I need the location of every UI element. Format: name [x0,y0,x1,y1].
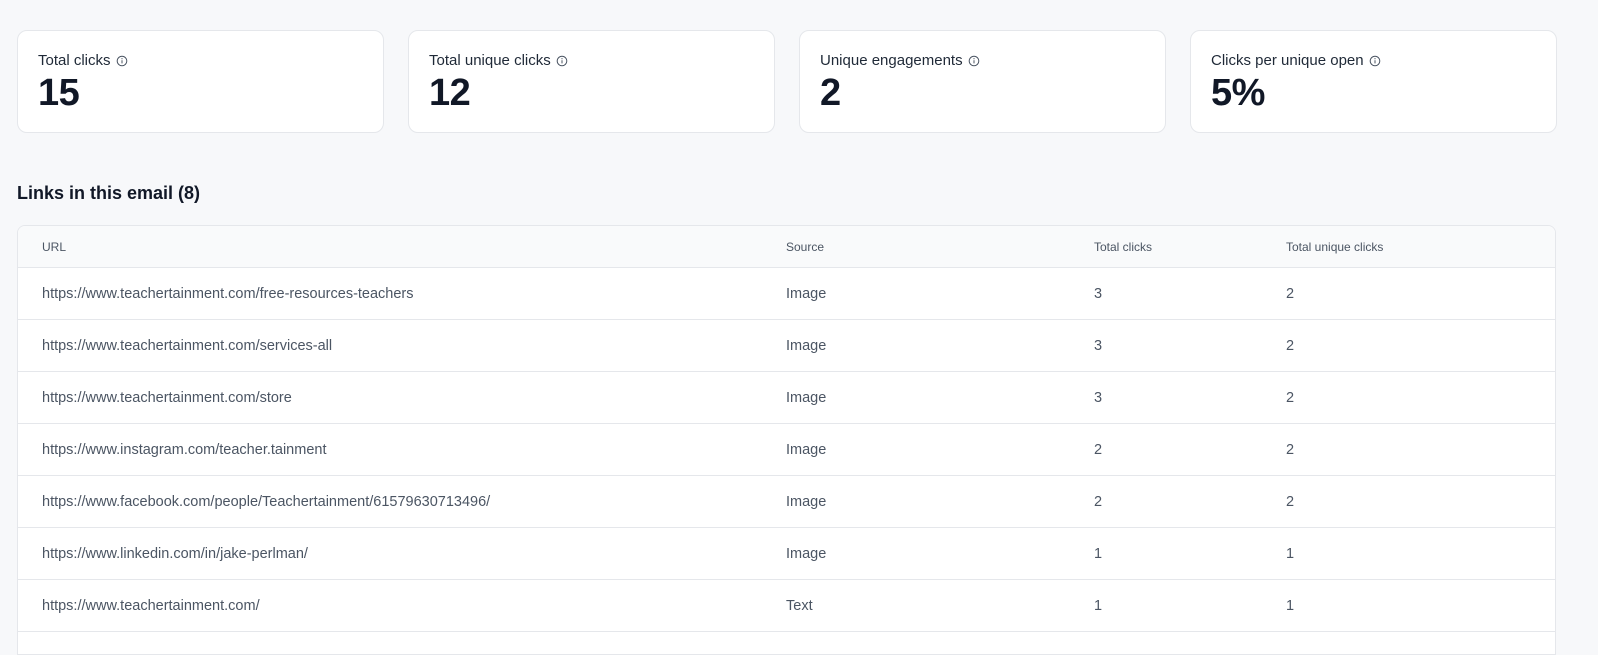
link-url[interactable]: https://www.facebook.com/people/Teachert… [18,494,786,510]
link-total-unique-clicks: 1 [1286,545,1295,562]
stat-label: Clicks per unique open [1211,52,1536,70]
stat-card-clicks-per-unique-open: Clicks per unique open 5% [1190,30,1557,133]
stat-label-text: Clicks per unique open [1211,52,1364,69]
table-row: https://www.teachertainment.com/ Text 1 … [18,580,1555,632]
stat-value: 5% [1211,72,1265,114]
stat-label: Unique engagements [820,52,1145,70]
link-total-unique-clicks: 2 [1286,337,1295,354]
info-icon[interactable] [968,55,980,67]
link-total-clicks: 3 [1094,337,1103,354]
table-row: https://www.teachertainment.com/services… [18,320,1555,372]
link-url[interactable]: https://www.teachertainment.com/free-res… [18,286,786,302]
stat-label: Total unique clicks [429,52,754,70]
stat-card-total-clicks: Total clicks 15 [17,30,384,133]
links-table: URL Source Total clicks Total unique cli… [17,225,1556,655]
info-icon[interactable] [1369,55,1381,67]
link-total-unique-clicks: 1 [1286,597,1295,614]
link-source: Image [786,285,827,302]
link-url[interactable]: https://www.linkedin.com/in/jake-perlman… [18,546,786,562]
table-row: https://www.facebook.com/people/Teachert… [18,476,1555,528]
link-total-clicks: 2 [1094,441,1103,458]
link-total-unique-clicks: 2 [1286,389,1295,406]
link-total-clicks: 3 [1094,389,1103,406]
link-total-unique-clicks: 2 [1286,441,1295,458]
stats-row: Total clicks 15 Total unique clicks 12 U… [17,30,1557,133]
link-source: Image [786,389,827,406]
link-total-unique-clicks: 2 [1286,493,1295,510]
link-total-clicks: 2 [1094,493,1103,510]
stat-value: 2 [820,72,841,114]
stat-value: 12 [429,72,471,114]
link-total-unique-clicks: 2 [1286,285,1295,302]
stat-value: 15 [38,72,80,114]
link-source: Image [786,493,827,510]
stat-label: Total clicks [38,52,363,70]
table-header: URL Source Total clicks Total unique cli… [18,226,1555,268]
stat-card-total-unique-clicks: Total unique clicks 12 [408,30,775,133]
table-row: https://www.teachertainment.com/free-res… [18,268,1555,320]
info-icon[interactable] [556,55,568,67]
link-source: Image [786,545,827,562]
link-url[interactable]: https://www.teachertainment.com/store [18,390,786,406]
link-source: Image [786,337,827,354]
link-source: Text [786,597,813,614]
link-total-clicks: 1 [1094,597,1103,614]
link-url[interactable]: https://www.teachertainment.com/ [18,598,786,614]
column-header-url[interactable]: URL [18,240,786,254]
table-row: https://www.instagram.com/teacher.tainme… [18,424,1555,476]
links-section-title: Links in this email (8) [17,183,201,203]
table-row: https://www.linkedin.com/in/jake-perlman… [18,528,1555,580]
column-header-total-unique-clicks[interactable]: Total unique clicks [1286,240,1546,254]
stat-label-text: Unique engagements [820,52,963,69]
link-total-clicks: 1 [1094,545,1103,562]
info-icon[interactable] [116,55,128,67]
table-row: https://www.teachertainment.com/store Im… [18,372,1555,424]
column-header-source[interactable]: Source [786,240,1094,254]
link-source: Image [786,441,827,458]
stat-card-unique-engagements: Unique engagements 2 [799,30,1166,133]
link-url[interactable]: https://www.teachertainment.com/services… [18,338,786,354]
link-total-clicks: 3 [1094,285,1103,302]
stat-label-text: Total clicks [38,52,111,69]
stat-label-text: Total unique clicks [429,52,551,69]
column-header-total-clicks[interactable]: Total clicks [1094,240,1286,254]
link-url[interactable]: https://www.instagram.com/teacher.tainme… [18,442,786,458]
